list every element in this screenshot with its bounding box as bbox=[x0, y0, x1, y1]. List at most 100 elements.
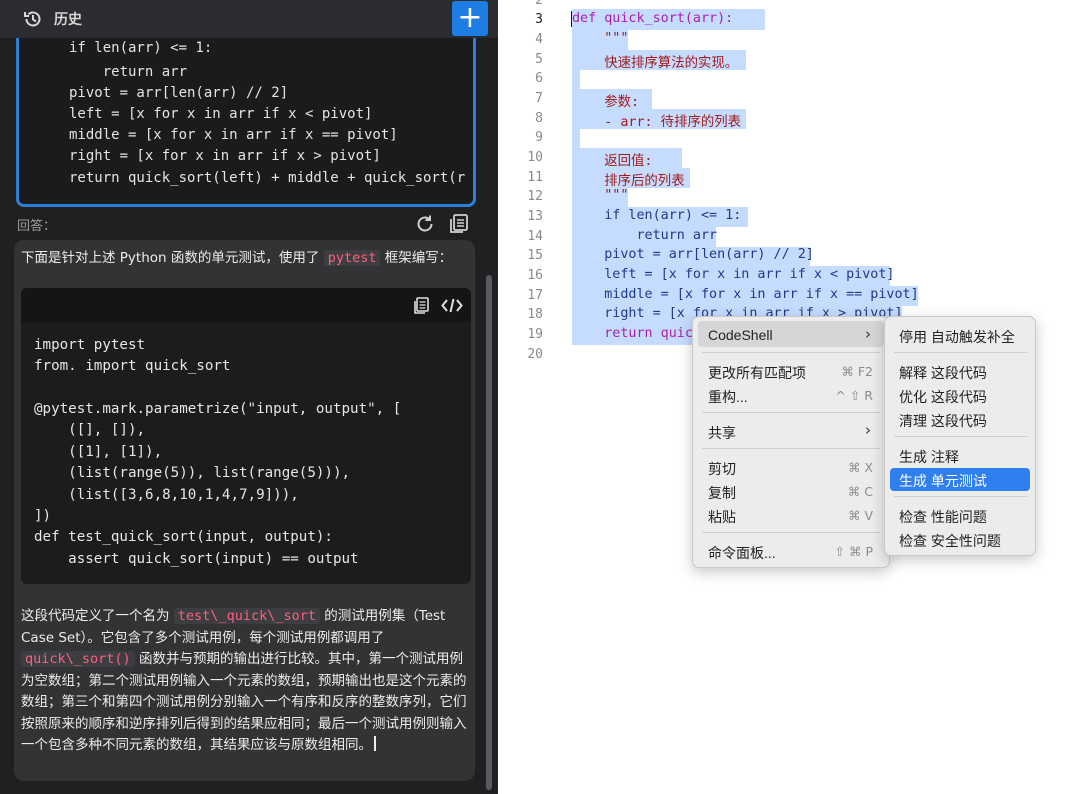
code-line: ([1], [1]), bbox=[34, 444, 163, 460]
line-number: 4 bbox=[535, 32, 543, 47]
code-line: if len(arr) <= 1: bbox=[69, 40, 213, 56]
line-number: 16 bbox=[527, 268, 543, 283]
text-caret bbox=[374, 736, 376, 751]
answer-code-block: import pytest from. import quick_sort @p… bbox=[21, 288, 471, 584]
editor-line: def quick_sort(arr): bbox=[572, 11, 734, 26]
line-number: 19 bbox=[527, 327, 543, 342]
editor-line: pivot = arr[len(arr) // 2] bbox=[572, 247, 814, 262]
history-icon[interactable] bbox=[22, 8, 44, 30]
copy-code-icon[interactable] bbox=[413, 297, 430, 314]
intro-text: 下面是针对上述 Python 函数的单元测试，使用了 bbox=[21, 250, 320, 266]
shortcut: ⌘ V bbox=[847, 508, 873, 523]
code-line: left = [x for x in arr if x < pivot] bbox=[69, 106, 373, 122]
answer-intro: 下面是针对上述 Python 函数的单元测试，使用了 pytest 框架编写： bbox=[21, 246, 452, 266]
codeshell-submenu: 停用 自动触发补全 解释 这段代码 优化 这段代码 清理 这段代码 生成 注释 … bbox=[884, 316, 1036, 556]
inline-code: test\_quick\_sort bbox=[173, 608, 320, 624]
menu-separator bbox=[702, 448, 880, 449]
line-number: 20 bbox=[527, 347, 543, 362]
submenu-item-check-perf[interactable]: 检查 性能问题 bbox=[899, 507, 987, 527]
editor-line: """ bbox=[572, 31, 629, 46]
editor-line: left = [x for x in arr if x < pivot] bbox=[572, 267, 895, 282]
code-line: middle = [x for x in arr if x == pivot] bbox=[69, 127, 398, 143]
line-number: 14 bbox=[527, 229, 543, 244]
menu-item-codeshell[interactable]: CodeShell bbox=[708, 327, 773, 343]
copy-answer-icon[interactable] bbox=[448, 213, 470, 235]
menu-item-share[interactable]: 共享 bbox=[708, 423, 736, 443]
shortcut: ⌘ C bbox=[847, 484, 873, 499]
code-line: (list(range(5)), list(range(5))), bbox=[34, 465, 351, 481]
line-number: 8 bbox=[535, 111, 543, 126]
selection bbox=[572, 70, 580, 89]
submenu-item-explain[interactable]: 解释 这段代码 bbox=[899, 363, 987, 383]
submenu-item-gen-unit-test[interactable]: 生成 单元测试 bbox=[899, 471, 987, 491]
shortcut: ⌘ X bbox=[847, 460, 873, 475]
shortcut: ^ ⇧ R bbox=[835, 388, 873, 403]
inline-code: pytest bbox=[323, 250, 381, 266]
code-block-toolbar bbox=[21, 288, 471, 322]
code-line: @pytest.mark.parametrize("input, output"… bbox=[34, 401, 402, 417]
submenu-item-disable-autocomplete[interactable]: 停用 自动触发补全 bbox=[899, 327, 1015, 347]
editor-line: return arr bbox=[572, 228, 718, 243]
menu-item-command-palette[interactable]: 命令面板... bbox=[708, 543, 776, 563]
chevron-right-icon: › bbox=[865, 421, 871, 439]
menu-separator bbox=[702, 412, 880, 413]
text-cursor bbox=[571, 11, 572, 27]
history-label[interactable]: 历史 bbox=[54, 9, 82, 29]
line-number: 17 bbox=[527, 288, 543, 303]
regenerate-icon[interactable] bbox=[414, 213, 436, 235]
menu-item-copy[interactable]: 复制 bbox=[708, 483, 736, 503]
code-line: right = [x for x in arr if x > pivot] bbox=[69, 148, 381, 164]
editor-line: 排序后的列表 bbox=[572, 174, 685, 189]
editor-line: 快速排序算法的实现。 bbox=[572, 56, 739, 71]
editor-line: middle = [x for x in arr if x == pivot] bbox=[572, 287, 919, 302]
editor-line: if len(arr) <= 1: bbox=[572, 208, 742, 223]
editor-line: 返回值: bbox=[572, 154, 653, 169]
shortcut: ⌘ F2 bbox=[841, 364, 873, 379]
code-line: ([], []), bbox=[34, 422, 146, 438]
submenu-item-clean[interactable]: 清理 这段代码 bbox=[899, 411, 987, 431]
code-line: from. import quick_sort bbox=[34, 358, 231, 374]
answer-label: 回答： bbox=[17, 219, 57, 234]
menu-separator bbox=[894, 436, 1027, 437]
code-line: import pytest bbox=[34, 337, 146, 353]
line-number: 2 bbox=[535, 0, 543, 8]
chat-topbar: 历史 + bbox=[0, 0, 498, 38]
line-number: 12 bbox=[527, 189, 543, 204]
menu-item-refactor[interactable]: 重构... bbox=[708, 387, 748, 407]
answer-explanation: 这段代码定义了一个名为 test\_quick\_sort 的测试用例集（Tes… bbox=[21, 606, 469, 757]
submenu-item-optimize[interactable]: 优化 这段代码 bbox=[899, 387, 987, 407]
menu-item-change-all[interactable]: 更改所有匹配项 bbox=[708, 363, 806, 383]
code-line: (list([3,6,8,10,1,4,7,9])), bbox=[34, 487, 299, 503]
menu-item-paste[interactable]: 粘贴 bbox=[708, 507, 736, 527]
line-number: 15 bbox=[527, 248, 543, 263]
code-view-icon[interactable] bbox=[441, 297, 463, 314]
editor-line: 参数: bbox=[572, 95, 640, 110]
code-line: return arr bbox=[69, 64, 188, 80]
shortcut: ⇧ ⌘ P bbox=[834, 544, 873, 559]
new-chat-button[interactable]: + bbox=[452, 1, 488, 36]
line-number: 9 bbox=[535, 130, 543, 145]
editor-line: - arr: 待排序的列表 bbox=[572, 115, 742, 130]
line-number: 13 bbox=[527, 209, 543, 224]
line-number: 5 bbox=[535, 52, 543, 67]
line-number: 11 bbox=[527, 170, 543, 185]
menu-separator bbox=[702, 352, 880, 353]
code-line: return quick_sort(left) + middle + quick… bbox=[69, 170, 466, 186]
editor-line: """ bbox=[572, 188, 629, 203]
submenu-item-check-security[interactable]: 检查 安全性问题 bbox=[899, 531, 1001, 551]
menu-separator bbox=[894, 496, 1027, 497]
selection bbox=[572, 129, 580, 148]
editor-line: return quick bbox=[572, 326, 701, 341]
menu-separator bbox=[894, 352, 1027, 353]
line-number: 7 bbox=[535, 91, 543, 106]
line-number: 10 bbox=[527, 150, 543, 165]
menu-item-cut[interactable]: 剪切 bbox=[708, 459, 736, 479]
chat-scrollbar[interactable] bbox=[486, 275, 492, 790]
code-line: def test_quick_sort(input, output): bbox=[34, 529, 333, 545]
code-line: assert quick_sort(input) == output bbox=[34, 551, 359, 567]
code-line: pivot = arr[len(arr) // 2] bbox=[69, 85, 289, 101]
inline-code: quick\_sort() bbox=[21, 651, 135, 667]
explain-text: 这段代码定义了一个名为 bbox=[21, 608, 170, 624]
submenu-item-gen-comment[interactable]: 生成 注释 bbox=[899, 447, 959, 467]
chat-panel: 历史 + if len(arr) <= 1: return arr pivot … bbox=[0, 0, 498, 794]
